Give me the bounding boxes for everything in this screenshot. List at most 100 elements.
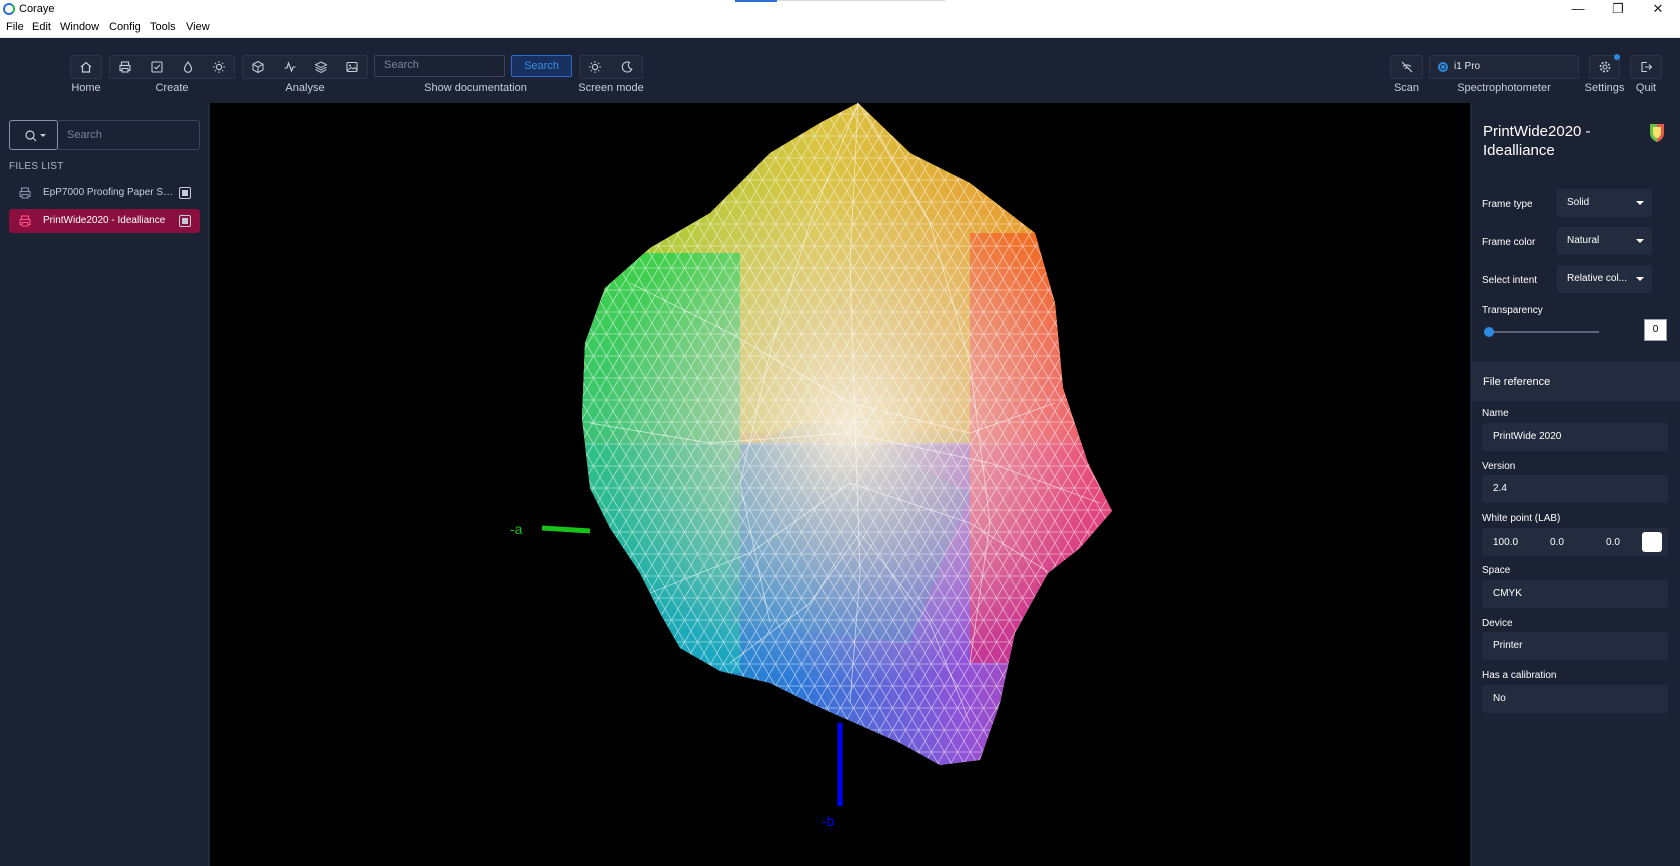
files-search-input[interactable]: Search (58, 120, 200, 150)
frame-type-label: Frame type (1482, 199, 1533, 210)
home-label: Home (71, 82, 101, 94)
scan-button[interactable] (1392, 56, 1422, 78)
menu-view[interactable]: View (186, 21, 210, 33)
neg-a-axis-label: -a (510, 521, 523, 537)
app-logo-icon (3, 3, 15, 15)
chevron-down-icon (1636, 277, 1644, 281)
printer-icon (19, 215, 31, 227)
version-label: Version (1482, 461, 1516, 472)
quit-button[interactable] (1631, 56, 1661, 78)
spectrophotometer-select[interactable]: i1 Pro (1429, 55, 1579, 79)
neg-a-axis-line (541, 525, 591, 534)
drop-icon (183, 61, 193, 73)
image-button[interactable] (337, 56, 367, 78)
curve-button[interactable] (275, 56, 305, 78)
home-group (70, 55, 102, 79)
spectrophotometer-label: Spectrophotometer (1457, 82, 1551, 94)
toolbar: Home Create Analyse Search Search Show d… (0, 38, 1680, 103)
home-button[interactable] (71, 56, 101, 78)
light-mode-button[interactable] (580, 56, 610, 78)
ink-button[interactable] (173, 56, 203, 78)
title-bar: Coraye — ❐ ✕ (0, 0, 1680, 18)
sun-icon (213, 61, 225, 73)
checklist-button[interactable] (142, 56, 172, 78)
white-point-b: 0.0 (1606, 537, 1620, 548)
white-point-label: White point (LAB) (1482, 513, 1561, 524)
layers-button[interactable] (306, 56, 336, 78)
intent-select[interactable]: Relative col... (1557, 265, 1652, 293)
frame-color-select[interactable]: Natural (1557, 227, 1652, 255)
gear-icon (1599, 61, 1611, 73)
white-point-swatch (1642, 532, 1662, 552)
properties-panel: PrintWide2020 - Idealliance Frame type S… (1471, 103, 1680, 866)
gamut-canvas: -a -b (510, 103, 1112, 829)
menu-window[interactable]: Window (60, 21, 99, 33)
files-list-title: FILES LIST (9, 161, 64, 172)
file-name: PrintWide2020 - Idealliance (43, 215, 166, 226)
calibration-label: Has a calibration (1482, 670, 1557, 681)
quit-group (1630, 55, 1662, 79)
settings-label: Settings (1584, 82, 1625, 94)
checkbox-icon (151, 61, 163, 73)
device-status-icon (1438, 62, 1448, 72)
frame-type-select[interactable]: Solid (1557, 189, 1652, 217)
create-group (109, 55, 235, 79)
search-icon (25, 130, 46, 142)
file-name: EpP7000 Proofing Paper SG ... (43, 187, 175, 198)
logout-icon (1641, 61, 1653, 73)
transparency-label: Transparency (1482, 305, 1543, 316)
menu-edit[interactable]: Edit (32, 21, 51, 33)
minimize-button[interactable]: — (1558, 0, 1598, 18)
name-label: Name (1482, 408, 1509, 419)
scan-label: Scan (1393, 82, 1420, 94)
quit-label: Quit (1635, 82, 1657, 94)
cube-icon (252, 60, 264, 74)
menu-config[interactable]: Config (109, 21, 141, 33)
window-title: Coraye (19, 3, 55, 15)
menu-tools[interactable]: Tools (150, 21, 176, 33)
file-item-selected[interactable]: PrintWide2020 - Idealliance (9, 209, 200, 233)
scan-group (1390, 55, 1423, 79)
white-point-l: 100.0 (1493, 537, 1519, 548)
search-filter-dropdown[interactable] (9, 120, 58, 150)
notification-dot-icon (1614, 54, 1620, 60)
file-checkbox[interactable] (179, 215, 191, 227)
close-button[interactable]: ✕ (1638, 0, 1678, 18)
menu-file[interactable]: File (6, 21, 24, 33)
gamut-3d-viewer[interactable]: -a -b (210, 103, 1470, 866)
device-label: Device (1482, 618, 1513, 629)
transparency-slider-thumb[interactable] (1484, 327, 1494, 337)
transparency-value-input[interactable]: 0 (1644, 319, 1667, 341)
title-tab-indicator (735, 0, 777, 2)
file-checkbox[interactable] (179, 187, 191, 199)
title-tab-track (777, 0, 945, 1)
doc-search-input[interactable]: Search (374, 55, 505, 77)
dark-mode-button[interactable] (612, 56, 642, 78)
chevron-down-icon (1636, 201, 1644, 205)
white-point-a: 0.0 (1550, 537, 1564, 548)
calibration-field: No (1482, 685, 1668, 713)
print-button[interactable] (110, 56, 140, 78)
home-icon (80, 61, 92, 73)
show-documentation-label: Show documentation (424, 82, 527, 94)
analyse-group (242, 55, 368, 79)
transparency-slider-track[interactable] (1488, 331, 1599, 333)
gamut-3d-button[interactable] (243, 56, 273, 78)
file-item[interactable]: EpP7000 Proofing Paper SG ... (9, 181, 200, 205)
profile-title: PrintWide2020 - Idealliance (1483, 123, 1591, 159)
file-reference-header: File reference (1472, 361, 1680, 401)
maximize-button[interactable]: ❐ (1598, 0, 1638, 18)
light-button[interactable] (204, 56, 234, 78)
intent-value: Relative col... (1567, 273, 1628, 284)
printer-icon (19, 187, 31, 199)
menu-bar: File Edit Window Config Tools View (0, 18, 1680, 38)
printer-icon (119, 61, 131, 73)
sun-icon (589, 61, 601, 73)
screen-mode-group (579, 55, 643, 79)
doc-search-button[interactable]: Search (511, 55, 572, 77)
intent-label: Select intent (1482, 275, 1538, 286)
scan-off-icon (1401, 61, 1413, 73)
activity-icon (284, 61, 296, 73)
frame-color-value: Natural (1567, 235, 1600, 246)
neg-b-axis-label: -b (822, 813, 835, 829)
